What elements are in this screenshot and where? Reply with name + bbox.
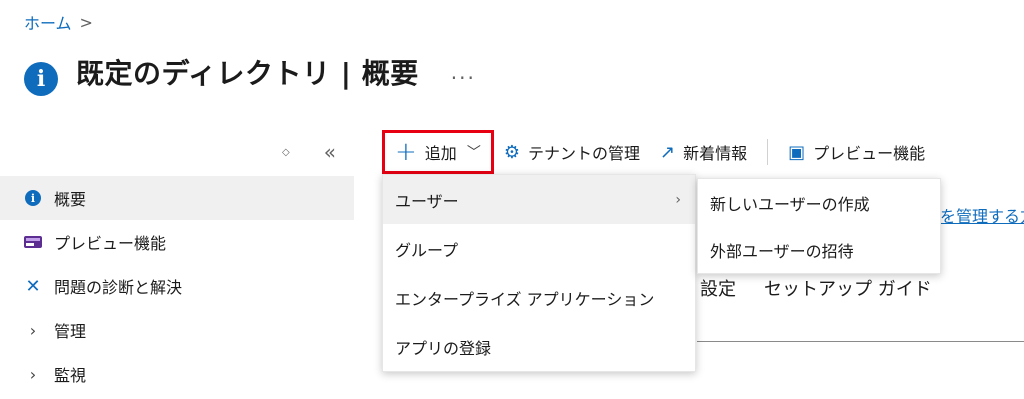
info-icon: i bbox=[25, 190, 41, 206]
sidebar-item-label: 管理 bbox=[54, 322, 87, 341]
background-link[interactable]: を管理する方 bbox=[940, 203, 1024, 227]
manage-tenants-button[interactable]: ⚙ テナントの管理 bbox=[494, 132, 650, 172]
menu-item-app-registration[interactable]: アプリの登録 bbox=[383, 322, 695, 371]
sidebar-item-label: 問題の診断と解決 bbox=[54, 278, 183, 297]
sidebar-item-manage[interactable]: › 管理 bbox=[0, 308, 354, 352]
tools-icon: ✕ bbox=[25, 275, 41, 297]
manage-tenants-label: テナントの管理 bbox=[527, 144, 640, 163]
tab-setup-guide[interactable]: セットアップ ガイド bbox=[764, 275, 932, 301]
menu-item-user[interactable]: ユーザー › bbox=[383, 175, 695, 224]
chevron-right-icon: › bbox=[675, 191, 681, 208]
preview-features-button[interactable]: ▣ プレビュー機能 bbox=[778, 132, 935, 172]
chevron-down-icon: ﹀ bbox=[466, 145, 481, 161]
info-icon: i bbox=[24, 62, 58, 96]
page-header: i 既定のディレクトリ | 概要 ... bbox=[24, 48, 476, 96]
chevron-right-icon: › bbox=[29, 320, 37, 340]
sidebar: i 概要 プレビュー機能 ✕ 問題の診断と解決 › 管理 › 監視 bbox=[0, 176, 354, 396]
menu-item-enterprise-application[interactable]: エンタープライズ アプリケーション bbox=[383, 273, 695, 322]
sidebar-item-preview-features[interactable]: プレビュー機能 bbox=[0, 220, 354, 264]
menu-item-label: 新しいユーザーの作成 bbox=[710, 194, 870, 214]
background-tabs: 設定 セットアップ ガイド bbox=[700, 275, 932, 301]
menu-item-label: ユーザー bbox=[395, 191, 459, 211]
sidebar-item-monitoring[interactable]: › 監視 bbox=[0, 352, 354, 396]
menu-item-invite-external-user[interactable]: 外部ユーザーの招待 bbox=[698, 226, 940, 273]
chevron-right-icon: › bbox=[29, 364, 37, 384]
toolbar-divider bbox=[767, 139, 769, 165]
command-bar: + 追加 ﹀ ⚙ テナントの管理 ↗ 新着情報 ▣ プレビュー機能 bbox=[382, 128, 935, 176]
sidebar-item-overview[interactable]: i 概要 bbox=[0, 176, 354, 220]
external-link-icon: ↗ bbox=[659, 141, 676, 163]
gear-icon: ⚙ bbox=[503, 141, 520, 163]
menu-item-label: グループ bbox=[395, 240, 459, 260]
preview-features-label: プレビュー機能 bbox=[813, 144, 926, 163]
menu-item-group[interactable]: グループ bbox=[383, 224, 695, 273]
breadcrumb-separator: > bbox=[79, 12, 93, 32]
whats-new-button[interactable]: ↗ 新着情報 bbox=[650, 132, 757, 172]
page-title: 既定のディレクトリ | 概要 bbox=[76, 57, 419, 90]
menu-item-label: エンタープライズ アプリケーション bbox=[395, 289, 655, 309]
breadcrumb: ホーム > bbox=[24, 10, 93, 34]
tab-divider bbox=[697, 341, 1024, 342]
sidebar-item-diagnose-solve[interactable]: ✕ 問題の診断と解決 bbox=[0, 264, 354, 308]
menu-item-create-new-user[interactable]: 新しいユーザーの作成 bbox=[698, 179, 940, 226]
sidebar-item-label: 概要 bbox=[54, 190, 87, 209]
add-button-label: 追加 bbox=[424, 144, 457, 163]
preview-features-icon bbox=[24, 236, 42, 248]
add-dropdown-menu: ユーザー › グループ エンタープライズ アプリケーション アプリの登録 bbox=[382, 174, 696, 372]
sidebar-item-label: 監視 bbox=[54, 366, 87, 385]
breadcrumb-home-link[interactable]: ホーム bbox=[24, 10, 72, 34]
whats-new-label: 新着情報 bbox=[683, 144, 748, 163]
plus-icon: + bbox=[395, 137, 417, 167]
preview-features-icon: ▣ bbox=[788, 141, 806, 163]
add-button[interactable]: + 追加 ﹀ bbox=[382, 130, 494, 174]
sidebar-controls: ◇ « bbox=[282, 140, 336, 164]
tab-settings[interactable]: 設定 bbox=[700, 275, 736, 301]
sort-icon[interactable]: ◇ bbox=[282, 147, 290, 158]
more-options-button[interactable]: ... bbox=[451, 60, 476, 84]
collapse-sidebar-icon[interactable]: « bbox=[324, 140, 336, 164]
menu-item-label: アプリの登録 bbox=[395, 338, 492, 358]
sidebar-item-label: プレビュー機能 bbox=[54, 234, 167, 253]
user-submenu: 新しいユーザーの作成 外部ユーザーの招待 bbox=[697, 178, 941, 274]
menu-item-label: 外部ユーザーの招待 bbox=[710, 241, 854, 261]
